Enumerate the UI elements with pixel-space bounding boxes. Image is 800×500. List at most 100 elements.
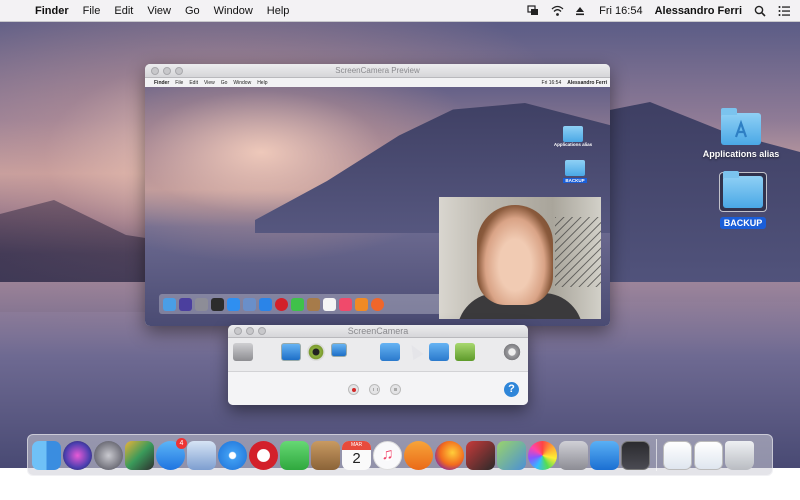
documents-stack-icon[interactable] (694, 440, 723, 470)
preview-menu-file: File (175, 79, 184, 86)
web-capture-icon[interactable] (455, 343, 475, 361)
preview-icon-label: BACKUP (563, 178, 587, 183)
stop-button[interactable] (390, 384, 401, 395)
calendar-month: MAR (342, 440, 371, 450)
siri-icon[interactable] (63, 440, 92, 470)
backup-folder-icon (723, 171, 763, 208)
preview-app-icon[interactable] (187, 440, 216, 470)
preview-titlebar[interactable]: ScreenCamera Preview (145, 64, 610, 78)
firefox-icon[interactable] (435, 440, 464, 470)
menu-app-name[interactable]: Finder (28, 5, 76, 17)
wifi-icon[interactable] (551, 5, 564, 17)
menu-clock[interactable]: Fri 16:54 (599, 5, 642, 17)
finder-icon[interactable] (32, 440, 61, 470)
preview-menu-window: Window (233, 79, 252, 86)
settings-gear-icon[interactable] (502, 343, 522, 361)
preview-menu-view: View (203, 79, 215, 86)
dock-separator (656, 439, 657, 471)
selection-highlight (719, 171, 767, 212)
contacts-icon[interactable] (311, 440, 340, 470)
notification-center-icon[interactable] (778, 5, 790, 17)
desktop-icon-applications-alias[interactable]: Applications alias (686, 108, 796, 159)
help-button[interactable]: ? (504, 382, 519, 397)
screen-mirroring-icon[interactable] (527, 4, 539, 17)
itunes-icon[interactable]: ♫ (373, 440, 402, 470)
folder-icon (563, 126, 583, 142)
photos-icon[interactable] (528, 440, 557, 470)
menu-user-name[interactable]: Alessandro Ferri (655, 5, 742, 17)
menu-window[interactable]: Window (207, 5, 260, 17)
automator-icon[interactable] (559, 440, 588, 470)
xcode-icon[interactable] (590, 440, 619, 470)
window-capture-icon[interactable] (380, 343, 400, 361)
panel-titlebar[interactable]: ScreenCamera (228, 325, 528, 338)
downloads-stack-icon[interactable] (663, 440, 692, 470)
maps-icon[interactable] (497, 440, 526, 470)
recording-controls: ? (228, 371, 528, 405)
app-store-icon[interactable]: 4 (156, 437, 187, 470)
launchpad-icon[interactable] (94, 440, 123, 470)
tool-row (228, 339, 528, 371)
facetime-icon[interactable] (280, 440, 309, 470)
facetime-icon (291, 297, 304, 311)
calendar-day: 2 (352, 450, 361, 467)
finder-icon (163, 297, 176, 311)
pause-button[interactable] (369, 384, 380, 395)
desktop-icon-label: Applications alias (702, 149, 780, 159)
mission-control-icon[interactable] (125, 440, 154, 470)
preview-icon-label: Applications alias (553, 142, 593, 147)
preview-menu-go: Go (220, 79, 228, 86)
folder-icon (565, 160, 585, 176)
app-store-badge: 4 (176, 437, 187, 449)
trash-icon[interactable] (725, 440, 754, 470)
mission-control-icon (211, 297, 224, 311)
fullscreen-capture-icon[interactable] (281, 343, 301, 361)
eject-icon[interactable] (575, 5, 587, 17)
desktop-icon-label: BACKUP (719, 217, 767, 229)
spotlight-search-icon[interactable] (754, 5, 766, 17)
launchpad-icon (195, 297, 208, 311)
opera-icon[interactable] (249, 440, 278, 470)
webcam-person-face (477, 205, 553, 305)
ibooks-icon[interactable] (404, 440, 433, 470)
preview-menu-app-name: Finder (154, 79, 170, 86)
menu-view[interactable]: View (140, 5, 178, 17)
safari-icon (259, 297, 272, 311)
preview-icon-backup: BACKUP (545, 160, 605, 183)
ibooks-icon (355, 297, 368, 311)
screen-preview: Finder File Edit View Go Window Help Fri… (145, 78, 610, 326)
webcam-background-object (555, 217, 601, 287)
cursor-icon[interactable] (404, 343, 424, 361)
menu-go[interactable]: Go (178, 5, 207, 17)
webcam-icon[interactable] (233, 343, 253, 361)
preview-app-icon (243, 297, 256, 311)
calendar-icon[interactable]: MAR 2 (342, 440, 371, 470)
screencamera-app-icon[interactable] (621, 440, 650, 470)
applications-folder-icon (721, 108, 761, 145)
screencamera-preview-window[interactable]: ScreenCamera Preview Finder File Edit Vi… (145, 64, 610, 326)
desktop-icon-backup[interactable]: BACKUP (688, 171, 798, 229)
opera-icon (275, 297, 288, 311)
safari-icon[interactable] (218, 440, 247, 470)
firefox-icon (371, 297, 384, 311)
dock: 4 MAR 2 ♫ (27, 434, 773, 476)
app-store-icon (227, 297, 240, 311)
calendar-icon (323, 297, 336, 311)
region-capture-icon[interactable] (429, 343, 449, 361)
screencamera-control-panel[interactable]: ScreenCamera ? (228, 325, 528, 405)
siri-icon (179, 297, 192, 311)
panel-title: ScreenCamera (347, 326, 409, 336)
preview-menu-clock: Fri 16:54 (541, 79, 562, 86)
webcam-feed (439, 197, 601, 319)
record-button[interactable] (348, 384, 359, 395)
preview-menu-edit: Edit (189, 79, 198, 86)
photo-booth-icon[interactable] (466, 440, 495, 470)
screen-camera-icon[interactable] (331, 343, 347, 357)
menu-edit[interactable]: Edit (107, 5, 140, 17)
menu-bar: Finder File Edit View Go Window Help Fri… (0, 0, 800, 22)
bottom-margin (0, 476, 800, 500)
camera-overlay-icon[interactable] (307, 343, 325, 361)
preview-menu-bar: Finder File Edit View Go Window Help Fri… (145, 78, 610, 87)
menu-help[interactable]: Help (260, 5, 297, 17)
menu-file[interactable]: File (76, 5, 108, 17)
